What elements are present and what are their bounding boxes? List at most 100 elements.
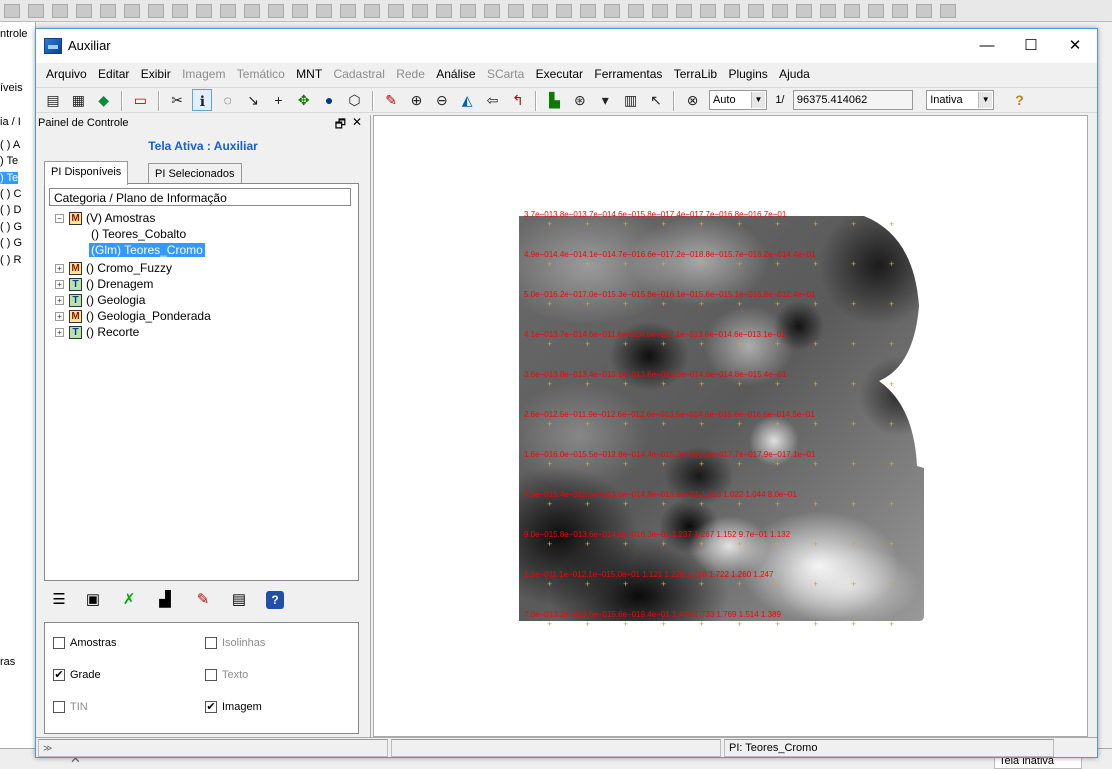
tree-node-recorte[interactable]: + T () Recorte (55, 324, 139, 340)
checkbox-box[interactable]: ✔ (205, 701, 217, 714)
zoom-select-icon[interactable]: ◌ (218, 89, 238, 111)
pan-icon[interactable]: ↘ (243, 89, 263, 111)
collapse-icon[interactable]: − (55, 214, 64, 224)
expand-icon[interactable]: + (55, 328, 64, 338)
table-icon[interactable]: ▥ (621, 89, 641, 111)
cursor-icon[interactable]: ↖ (646, 89, 666, 111)
return-icon[interactable]: ↰ (508, 89, 528, 111)
plus-icon[interactable]: + (268, 89, 288, 111)
checkbox-box[interactable] (53, 701, 65, 714)
close-button[interactable]: ✕ (1053, 29, 1097, 63)
tree-node-amostras[interactable]: − M (V) Amostras (55, 210, 155, 226)
checkbox-texto[interactable]: Texto (205, 669, 248, 682)
checkbox-box[interactable] (205, 669, 217, 682)
dropdown-icon[interactable]: ▾ (595, 89, 615, 111)
chart-icon[interactable]: ▟ (156, 591, 174, 609)
tab-pi-selecionados[interactable]: PI Selecionados (148, 163, 242, 185)
menu-exibir[interactable]: Exibir (137, 64, 175, 84)
menu-arquivo[interactable]: Arquivo (42, 64, 91, 84)
zoom-in-icon[interactable]: ⊕ (407, 89, 427, 111)
pencil-icon[interactable]: ✎ (381, 89, 401, 111)
draw-icon[interactable]: ◆ (94, 89, 114, 111)
sample-point-marker: + (547, 459, 553, 469)
checkbox-grade[interactable]: ✔ Grade (53, 669, 101, 682)
state-combo[interactable]: Inativa ▼ (926, 90, 995, 110)
checkbox-box[interactable] (205, 637, 217, 650)
checkbox-amostras[interactable]: Amostras (53, 637, 116, 650)
grid-icon[interactable]: ▦ (68, 89, 88, 111)
menu-cadastral[interactable]: Cadastral (330, 64, 389, 84)
sample-point-marker: + (661, 299, 667, 309)
pencil-icon[interactable]: ✎ (194, 591, 212, 609)
sample-point-marker: + (737, 259, 743, 269)
checkbox-tin[interactable]: TIN (53, 701, 88, 714)
identify-icon[interactable]: ● (319, 89, 339, 111)
menu-plugins[interactable]: Plugins (724, 64, 771, 84)
menu-scarta[interactable]: SCarta (483, 64, 528, 84)
tree-node-teores-cobalto[interactable]: () Teores_Cobalto (91, 226, 186, 242)
grid-value-row: 9.0e−015.8e−013.6e−014.8e−016.3e−01 1.23… (524, 530, 791, 539)
scissors-icon[interactable]: ✂ (167, 89, 187, 111)
grid-value-row: 5.0e−016.2e−017.0e−015.3e−015.8e−016.1e−… (524, 290, 816, 299)
menu-ferramentas[interactable]: Ferramentas (590, 64, 666, 84)
float-icon[interactable]: 🗗 (335, 115, 346, 136)
map-canvas[interactable]: 3.7e−013.8e−013.7e−014.6e−015.8e−017.4e−… (373, 115, 1088, 737)
checkbox-box[interactable] (53, 637, 65, 650)
panel-close-icon[interactable]: ✕ (352, 115, 362, 129)
database-icon[interactable]: ▤ (43, 89, 63, 111)
grid-image[interactable]: 3.7e−013.8e−013.7e−014.6e−015.8e−017.4e−… (519, 206, 929, 629)
menu-tematico[interactable]: Temático (233, 64, 289, 84)
sample-point-marker: + (585, 299, 591, 309)
help-icon[interactable]: ? (1010, 89, 1030, 111)
tree-node-label: () Geologia (86, 293, 146, 307)
minimize-button[interactable]: — (965, 29, 1009, 63)
state-combo-value: Inativa (930, 94, 963, 106)
tree-node-geologia-ponderada[interactable]: + M () Geologia_Ponderada (55, 308, 211, 324)
menu-analise[interactable]: Análise (432, 64, 479, 84)
zoom-level-icon[interactable]: ⊛ (570, 89, 590, 111)
background-panel: ntrole íveis ia / I ( ) A ) Te ) Te ( ) … (0, 22, 36, 767)
menu-executar[interactable]: Executar (532, 64, 587, 84)
expand-icon[interactable]: + (55, 264, 64, 274)
rectangle-icon[interactable]: ▭ (130, 89, 150, 111)
zoom-out-icon[interactable]: ⊖ (432, 89, 452, 111)
tab-pi-disponiveis[interactable]: PI Disponíveis (44, 161, 129, 185)
menu-mnt[interactable]: MNT (292, 64, 326, 84)
select-icon[interactable]: ⬡ (344, 89, 364, 111)
grid-value-row: 1.6e−016.0e−015.5e−012.8e−014.4e−015.3e−… (524, 450, 816, 459)
checkbox-imagem[interactable]: ✔ Imagem (205, 701, 262, 714)
checkbox-box[interactable]: ✔ (53, 669, 65, 682)
list-icon[interactable]: ☰ (50, 591, 68, 609)
menu-rede[interactable]: Rede (392, 64, 429, 84)
edit-icon[interactable]: ✗ (120, 591, 138, 609)
legend-icon[interactable]: ▤ (230, 591, 248, 609)
expand-icon[interactable]: + (55, 312, 64, 322)
checkbox-label: Isolinhas (222, 637, 266, 649)
scale-field[interactable]: 96375.414062 (792, 90, 913, 110)
menu-terralib[interactable]: TerraLib (670, 64, 721, 84)
table-icon[interactable]: ▣ (84, 591, 102, 609)
maximize-button[interactable]: ☐ (1009, 29, 1053, 63)
expand-panel-icon[interactable]: ≫ (43, 743, 52, 753)
mode-combo[interactable]: Auto ▼ (708, 90, 767, 110)
tree-node-drenagem[interactable]: + T () Drenagem (55, 276, 153, 292)
link-icon[interactable]: ⊗ (683, 89, 703, 111)
menu-imagem[interactable]: Imagem (178, 64, 229, 84)
checkbox-isolinhas[interactable]: Isolinhas (205, 637, 266, 650)
help-icon[interactable]: ? (266, 591, 284, 609)
menu-editar[interactable]: Editar (94, 64, 133, 84)
sample-point-marker: + (699, 379, 705, 389)
zoom-area-icon[interactable]: ◭ (457, 89, 477, 111)
tree-node-cromo-fuzzy[interactable]: + M () Cromo_Fuzzy (55, 260, 172, 276)
sample-point-marker: + (623, 459, 629, 469)
expand-icon[interactable]: + (55, 280, 64, 290)
info-icon[interactable]: ℹ (192, 89, 213, 111)
tree-node-teores-cromo[interactable]: (Glm) Teores_Cromo (89, 242, 205, 258)
menu-ajuda[interactable]: Ajuda (775, 64, 814, 84)
title-bar[interactable]: Auxiliar — ☐ ✕ (36, 29, 1097, 63)
move-icon[interactable]: ✥ (294, 89, 314, 111)
expand-icon[interactable]: + (55, 296, 64, 306)
layers-icon[interactable]: ▙ (545, 89, 565, 111)
tree-node-geologia[interactable]: + T () Geologia (55, 292, 145, 308)
back-icon[interactable]: ⇦ (483, 89, 503, 111)
